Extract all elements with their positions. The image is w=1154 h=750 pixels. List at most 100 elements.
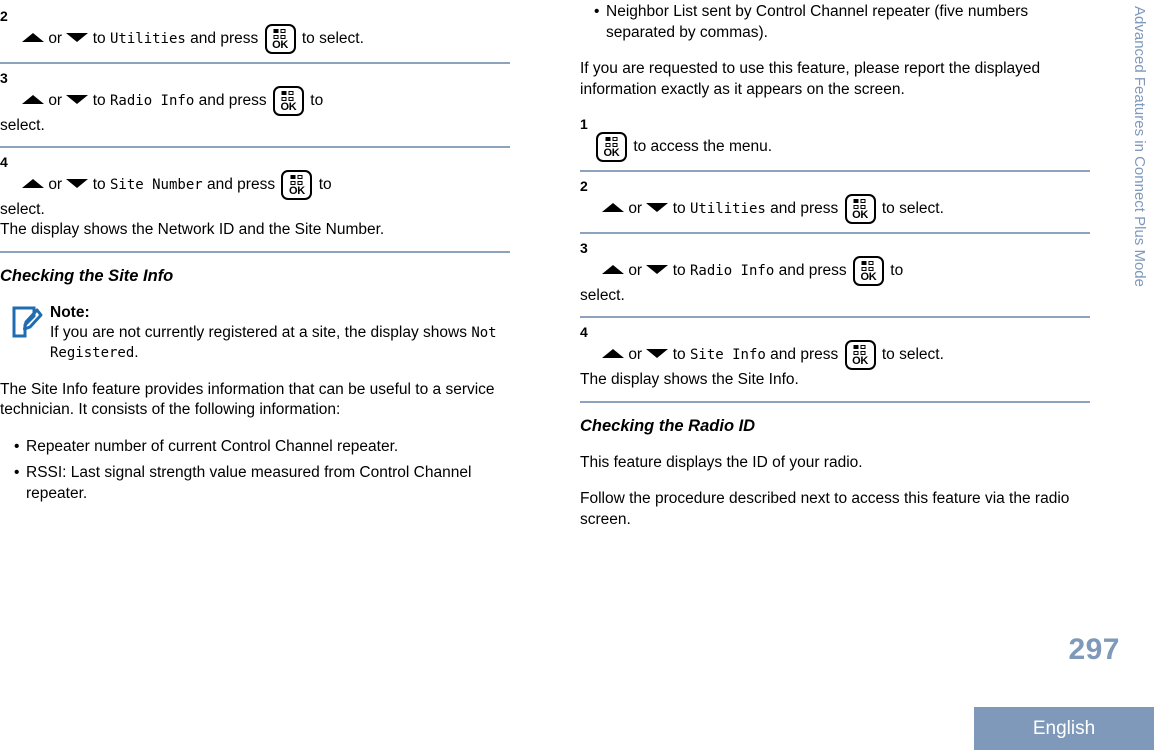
menu-item-name: Radio Info — [689, 263, 775, 280]
list-item-label: RSSI: Last signal strength value measure… — [26, 464, 472, 502]
step-number: 3 — [580, 240, 588, 256]
arrow-up-icon — [602, 265, 624, 275]
running-head-label: Advanced Features in Connect Plus Mode — [1131, 6, 1148, 287]
note-text-before: If you are not currently registered at a… — [50, 323, 467, 341]
menu-item-name: Radio Info — [109, 93, 195, 110]
arrow-down-icon — [646, 265, 669, 275]
step-conjunction: or — [628, 200, 643, 218]
step-text-continued: select. — [580, 287, 625, 304]
step-and-press: and press — [778, 262, 847, 280]
arrow-up-icon — [22, 179, 44, 189]
step-text-continued: select. — [0, 117, 45, 134]
step-number: 3 — [0, 70, 8, 86]
left-column: 2 or to Utilities and press OK to select… — [0, 0, 510, 504]
step-conjunction: or — [48, 176, 63, 194]
menu-item-name: Utilities — [689, 201, 766, 218]
ok-key-label: OK — [860, 271, 877, 283]
step-text: or to Site Number and press OK to — [0, 170, 510, 200]
step-tail: to select. — [301, 30, 364, 48]
step-and-press: and press — [190, 30, 259, 48]
step-3-site-number: 3 or to Radio Info and press OK to selec… — [0, 70, 510, 136]
step-to: to — [672, 200, 686, 218]
ok-key-icon: OK — [844, 194, 876, 224]
right-column: • Neighbor List sent by Control Channel … — [580, 0, 1090, 530]
step-2-site-number: 2 or to Utilities and press OK to select… — [0, 0, 510, 54]
radio-id-paragraph-1: This feature displays the ID of your rad… — [580, 453, 863, 471]
ok-key-label: OK — [603, 147, 620, 159]
step-and-press: and press — [207, 176, 276, 194]
arrow-up-icon — [22, 33, 44, 43]
step-text: OK to access the menu. — [580, 132, 1090, 162]
step-tail: to access the menu. — [633, 138, 773, 156]
ok-key-icon: OK — [281, 170, 313, 200]
note-title: Note: — [50, 303, 90, 321]
ok-key-icon: OK — [852, 256, 884, 286]
arrow-down-icon — [66, 179, 89, 189]
step-text-continued: select. — [0, 201, 45, 218]
step-number: 1 — [580, 116, 588, 132]
section-heading-radio-id: Checking the Radio ID — [580, 416, 756, 435]
step-text: or to Radio Info and press OK to — [0, 86, 510, 116]
menu-item-name: Site Info — [689, 347, 766, 364]
step-to: to — [92, 92, 106, 110]
bullet-icon: • — [14, 464, 20, 481]
radio-id-paragraph-2: Follow the procedure described next to a… — [580, 490, 1070, 528]
step-number: 2 — [0, 8, 8, 24]
step-conjunction: or — [628, 262, 643, 280]
bullet-icon: • — [594, 3, 600, 20]
ok-key-icon: OK — [596, 132, 627, 162]
ok-key-icon: OK — [264, 24, 296, 54]
ok-key-label: OK — [272, 39, 288, 51]
manual-page: 2 or to Utilities and press OK to select… — [0, 0, 1154, 750]
step-tail: to select. — [881, 200, 944, 218]
ok-key-label: OK — [852, 209, 868, 221]
step-number: 4 — [0, 154, 8, 170]
ok-key-label: OK — [280, 101, 297, 113]
step-text: or to Radio Info and press OK to — [580, 256, 1090, 286]
ok-key-label: OK — [288, 185, 305, 197]
language-label: English — [1032, 717, 1096, 739]
step-tail: to select. — [881, 346, 944, 364]
arrow-down-icon — [646, 203, 669, 213]
step-conjunction: or — [628, 346, 643, 364]
step-3-site-info: 3 or to Radio Info and press OK to selec… — [580, 240, 1090, 306]
arrow-down-icon — [66, 95, 89, 105]
step-tail: to — [318, 176, 332, 194]
step-to: to — [92, 176, 106, 194]
site-info-intro-paragraph: The Site Info feature provides informati… — [0, 380, 495, 419]
step-4-site-info: 4 or to Site Info and press OK to select… — [580, 324, 1090, 391]
list-item: • Neighbor List sent by Control Channel … — [580, 2, 1090, 43]
menu-item-name: Site Number — [109, 177, 203, 194]
section-heading-site-info: Checking the Site Info — [0, 266, 174, 285]
step-and-press: and press — [198, 92, 267, 110]
site-info-report-paragraph: If you are requested to use this feature… — [580, 60, 1041, 98]
list-item-label: Neighbor List sent by Control Channel re… — [606, 3, 1029, 41]
arrow-up-icon — [602, 203, 624, 213]
list-item-label: Repeater number of current Control Chann… — [26, 437, 399, 455]
list-item: • RSSI: Last signal strength value measu… — [0, 463, 510, 504]
step-and-press: and press — [770, 346, 839, 364]
note-body: Note: If you are not currently registere… — [46, 303, 510, 364]
step-tail: to — [310, 92, 324, 110]
step-result-text: The display shows the Network ID and the… — [0, 221, 385, 238]
step-number: 4 — [580, 324, 588, 340]
note-text: If you are not currently registered at a… — [50, 323, 510, 364]
step-to: to — [92, 30, 106, 48]
page-number: 297 — [1068, 633, 1120, 666]
ok-key-label: OK — [852, 355, 868, 367]
step-text: or to Utilities and press OK to select. — [580, 194, 1090, 224]
arrow-down-icon — [646, 349, 669, 359]
note-text-after: . — [134, 344, 139, 361]
arrow-down-icon — [66, 33, 89, 43]
step-text: or to Utilities and press OK to select. — [0, 24, 510, 54]
step-4-site-number: 4 or to Site Number and press OK to sele… — [0, 154, 510, 241]
step-and-press: and press — [770, 200, 839, 218]
list-item: • Repeater number of current Control Cha… — [0, 437, 510, 458]
menu-item-name: Utilities — [109, 31, 186, 48]
ok-key-icon: OK — [844, 340, 876, 370]
ok-key-icon: OK — [272, 86, 304, 116]
step-number: 2 — [580, 178, 588, 194]
step-1-site-info: 1 OK to access the menu. — [580, 116, 1090, 162]
step-to: to — [672, 262, 686, 280]
language-band: English — [974, 707, 1154, 750]
